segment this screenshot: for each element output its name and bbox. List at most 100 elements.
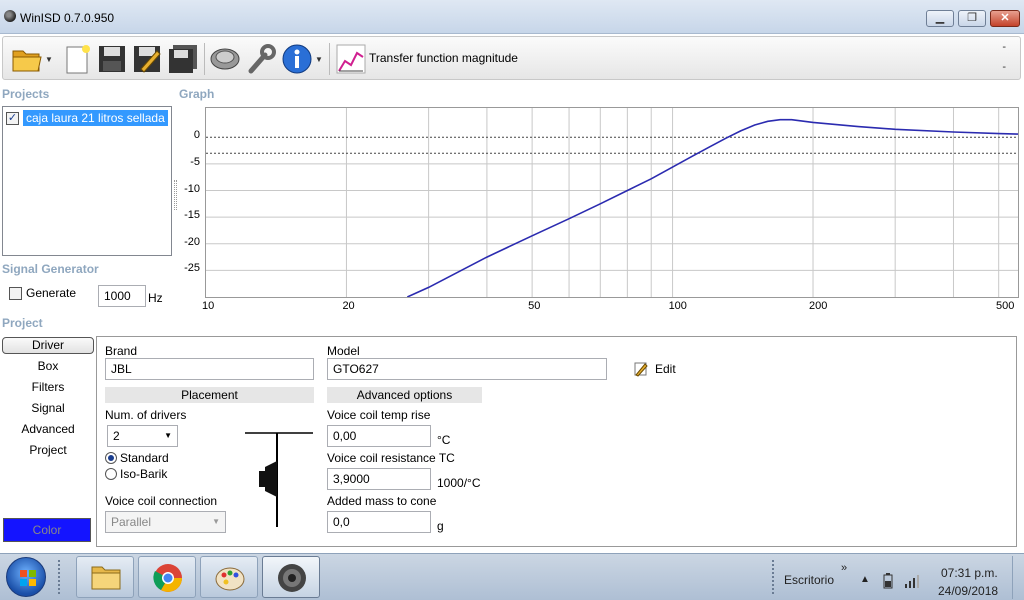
project-checkbox[interactable]: ✓ [6,111,19,125]
vc-connection-select: Parallel ▼ [105,511,226,533]
advanced-options-header: Advanced options [327,387,482,403]
toolbar-dash-bottom: - [1002,61,1006,73]
projects-list: ✓ caja laura 21 litros sellada [2,106,172,256]
save-as-icon[interactable] [131,43,163,75]
nav-item-driver[interactable]: Driver [2,337,94,354]
nav-item-signal[interactable]: Signal [2,401,94,418]
nav-item-filters[interactable]: Filters [2,380,94,397]
save-icon[interactable] [96,43,128,75]
chrome-task-button[interactable] [138,556,196,598]
y-axis-labels: 0 -5 -10 -15 -20 -25 [176,107,200,298]
color-button[interactable]: Color [3,518,91,542]
radio-icon [105,468,117,480]
added-mass-input[interactable]: 0,0 [327,511,431,533]
brand-label: Brand [105,344,138,358]
winisd-task-button[interactable] [262,556,320,598]
show-desktop-button[interactable] [1012,556,1024,599]
desktop-toolbar-label[interactable]: Escritorio [784,573,834,587]
model-input[interactable]: GTO627 [327,358,607,380]
projects-section-title: Projects [2,87,50,101]
show-hidden-icons-icon[interactable]: ▲ [860,574,870,585]
num-drivers-select[interactable]: 2 ▼ [107,425,178,447]
battery-icon[interactable] [883,573,893,589]
toolbar-dash-top: - [1002,41,1006,53]
y-tick-label: -20 [184,235,200,248]
project-name[interactable]: caja laura 21 litros sellada [23,110,168,126]
edit-pencil-icon [634,362,648,377]
chrome-icon [153,564,182,592]
isobarik-radio[interactable]: Iso-Barik [105,467,167,481]
edit-button[interactable]: Edit [633,361,676,377]
save-all-icon[interactable] [167,43,199,75]
generate-label: Generate [26,286,77,300]
frequency-input[interactable]: 1000 [98,285,146,307]
y-tick-label: -15 [184,209,200,222]
minimize-button[interactable]: ▁ [926,10,954,27]
x-tick-label: 50 [528,300,541,312]
clock-date[interactable]: 24/09/2018 [938,584,998,598]
clock-time[interactable]: 07:31 p.m. [941,566,998,580]
title-bar: WinISD 0.7.0.950 ▁ ❐ ✕ [0,0,1024,34]
open-folder-icon[interactable] [11,43,43,75]
frequency-unit: Hz [148,291,163,305]
network-signal-icon[interactable] [904,574,922,588]
taskbar: Escritorio » ▲ 07:31 p.m. 24/09/2018 [0,553,1024,600]
taskbar-grip [58,560,62,594]
x-tick-label: 20 [342,300,355,312]
graph-section-title: Graph [179,87,215,101]
brand-input[interactable]: JBL [105,358,314,380]
num-drivers-value: 2 [113,429,120,443]
new-project-icon[interactable] [61,43,93,75]
isobarik-label: Iso-Barik [120,467,168,481]
model-label: Model [327,344,360,358]
paint-palette-icon [215,567,245,591]
wrench-tools-icon[interactable] [245,43,277,75]
windows-logo-icon [20,570,36,586]
signal-generator-section-title: Signal Generator [2,262,99,276]
generate-checkbox[interactable] [9,286,22,300]
start-button[interactable] [6,557,46,597]
chevron-right-icon[interactable]: » [841,562,847,574]
added-mass-unit: g [437,519,444,533]
vc-res-unit: 1000/°C [437,476,481,490]
placement-header: Placement [105,387,314,403]
nav-item-project[interactable]: Project [2,443,94,460]
y-tick-label: -25 [184,262,200,275]
standard-label: Standard [120,451,169,465]
explorer-task-button[interactable] [76,556,134,598]
x-tick-label: 100 [668,300,687,312]
x-tick-label: 500 [996,300,1015,312]
driver-panel: Brand JBL Model GTO627 Edit Placement Nu… [96,336,1017,547]
project-nav: Driver Box Filters Signal Advanced Proje… [2,336,94,546]
graph-type-icon[interactable] [335,43,367,75]
graph-plot-area[interactable] [205,107,1019,298]
paint-task-button[interactable] [200,556,258,598]
maximize-button[interactable]: ❐ [958,10,986,27]
x-tick-label: 10 [202,300,215,312]
x-tick-label: 200 [809,300,828,312]
toolbar-separator [329,43,330,75]
vc-connection-label: Voice coil connection [105,494,218,508]
added-mass-label: Added mass to cone [327,494,437,508]
toolbar: ▼ ▼ Transfer function magnitude - - [2,36,1021,80]
tray-grip [772,560,776,594]
graph-type-label[interactable]: Transfer function magnitude [369,51,518,65]
chevron-down-icon: ▼ [164,431,172,440]
info-dropdown-arrow-icon[interactable]: ▼ [315,55,323,64]
generate-row: Generate [9,286,76,300]
vc-res-input[interactable]: 3,9000 [327,468,431,490]
standard-radio[interactable]: Standard [105,451,169,465]
open-dropdown-arrow-icon[interactable]: ▼ [45,55,53,64]
list-item[interactable]: ✓ caja laura 21 litros sellada [6,110,168,126]
transfer-function-chart [206,108,1018,297]
vc-temp-unit: °C [437,433,451,447]
edit-label: Edit [655,362,676,376]
info-icon[interactable] [281,43,313,75]
y-tick-label: 0 [193,129,200,142]
nav-item-advanced[interactable]: Advanced [2,422,94,439]
close-button[interactable]: ✕ [990,10,1020,27]
driver-speaker-icon[interactable] [209,43,241,75]
nav-item-box[interactable]: Box [2,359,94,376]
vc-temp-input[interactable]: 0,00 [327,425,431,447]
vc-connection-value: Parallel [111,515,152,529]
